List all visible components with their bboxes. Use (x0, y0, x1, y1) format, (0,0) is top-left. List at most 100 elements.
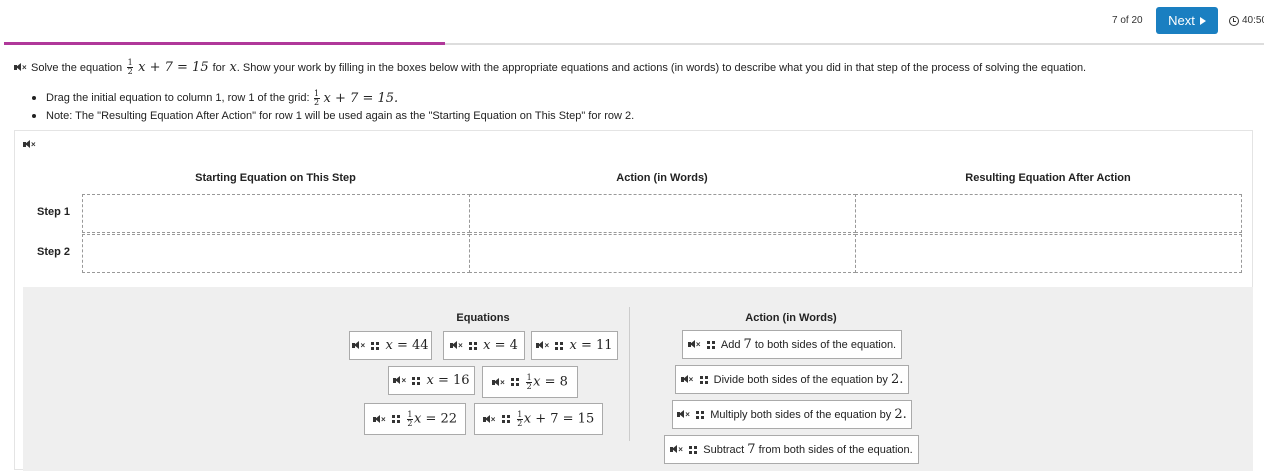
fraction-half: 12 (526, 372, 533, 391)
speaker-muted-icon[interactable]: × (23, 139, 36, 150)
drag-handle-icon (469, 341, 478, 350)
next-button[interactable]: Next (1156, 7, 1218, 34)
question-equation: x + 7 = 15 (138, 60, 209, 75)
instructions-list: Drag the initial equation to column 1, r… (32, 89, 634, 125)
equation-text: x = 44 (385, 338, 428, 353)
drop-cell-step2-start[interactable] (82, 234, 470, 273)
column-header-action: Action (in Words) (616, 172, 708, 184)
fraction-half: 12 (516, 409, 523, 428)
equation-tile[interactable]: × 1 2 x + 7 = 15 (474, 403, 603, 435)
instruction-equation: x + 7 = 15. (323, 90, 399, 106)
instruction-item: Note: The "Resulting Equation After Acti… (32, 107, 634, 125)
speaker-muted-icon[interactable]: × (450, 340, 463, 351)
equation-var: x (569, 338, 577, 353)
speaker-muted-icon[interactable]: × (372, 414, 386, 425)
speaker-muted-icon[interactable]: × (14, 62, 27, 73)
action-before: Subtract (703, 444, 745, 456)
question-text: × Solve the equation 12 x + 7 = 15 for x.… (14, 59, 1086, 76)
action-tile[interactable]: × Multiply both sides of the equation by … (672, 400, 912, 429)
drop-cell-step1-action[interactable] (469, 194, 856, 233)
equation-tile[interactable]: × x = 16 (388, 366, 475, 395)
drag-handle-icon (555, 341, 564, 350)
column-header-result: Resulting Equation After Action (965, 172, 1131, 184)
drop-cell-step2-action[interactable] (469, 234, 856, 273)
question-for: for (212, 61, 226, 74)
drag-handle-icon (696, 410, 705, 419)
progress-fill (4, 42, 445, 45)
equation-text: x = 16 (426, 373, 469, 388)
equation-rest: = 8 (540, 373, 568, 389)
clock-icon (1229, 15, 1239, 26)
drag-handle-icon (689, 445, 698, 454)
drag-handle-icon (371, 341, 380, 350)
action-before: Divide both sides of the equation by (713, 374, 888, 386)
question-prefix: Solve the equation (31, 61, 123, 74)
row-label-step1: Step 1 (37, 206, 71, 218)
equation-rest: = 4 (490, 338, 518, 353)
action-text: Subtract 7 from both sides of the equati… (703, 442, 912, 457)
speaker-muted-icon[interactable]: × (393, 375, 406, 386)
drag-handle-icon (412, 376, 421, 385)
speaker-muted-icon[interactable]: × (492, 377, 505, 388)
equation-rest: = 11 (576, 338, 613, 353)
drag-handle-icon (391, 415, 400, 423)
equation-var: x (385, 338, 393, 353)
row-label-step2: Step 2 (37, 246, 71, 258)
speaker-muted-icon[interactable]: × (680, 374, 694, 385)
fraction-half: 12 (127, 58, 134, 76)
drag-handle-icon (501, 415, 510, 423)
equation-tile[interactable]: × 1 2 x = 8 (482, 366, 578, 398)
equation-tile[interactable]: × x = 44 (349, 331, 432, 360)
speaker-muted-icon[interactable]: × (352, 340, 365, 351)
equation-tile[interactable]: × 1 2 x = 22 (364, 403, 466, 435)
timer: 40:50 (1229, 15, 1264, 26)
equations-heading: Equations (456, 312, 510, 324)
equation-var: x (426, 373, 434, 388)
next-label: Next (1168, 13, 1195, 28)
play-arrow-icon (1199, 16, 1206, 25)
equation-var: x (523, 410, 532, 426)
instruction-text: Note: The "Resulting Equation After Acti… (46, 110, 635, 122)
fraction-half: 12 (313, 88, 320, 107)
speaker-muted-icon[interactable]: × (536, 340, 549, 351)
top-bar: 7 of 20 Next 40:50 (0, 0, 1264, 44)
drop-cell-step1-start[interactable] (82, 194, 470, 233)
drag-handle-icon (706, 340, 715, 349)
action-number: 7 (743, 337, 752, 352)
speaker-muted-icon[interactable]: × (687, 339, 701, 350)
actions-heading: Action (in Words) (745, 312, 837, 324)
instruction-item: Drag the initial equation to column 1, r… (32, 89, 634, 107)
equation-text: 12x + 7 = 15 (516, 409, 595, 428)
speaker-muted-icon[interactable]: × (670, 444, 683, 455)
work-panel: × Starting Equation on This Step Action … (14, 130, 1253, 471)
drop-cell-step1-result[interactable] (855, 194, 1242, 233)
equation-rest: + 7 = 15 (531, 410, 595, 426)
action-after: from both sides of the equation. (758, 444, 913, 456)
speaker-muted-icon[interactable]: × (482, 414, 496, 425)
question-suffix: . Show your work by filling in the boxes… (236, 61, 1087, 74)
drag-handle-icon (511, 378, 520, 386)
action-tile[interactable]: × Divide both sides of the equation by 2. (675, 365, 909, 394)
action-before: Multiply both sides of the equation by (710, 409, 892, 421)
equation-rest: = 22 (421, 410, 458, 426)
action-number: 2. (894, 407, 907, 422)
drop-cell-step2-result[interactable] (855, 234, 1242, 273)
action-tile[interactable]: × Subtract 7 from both sides of the equat… (664, 435, 919, 464)
action-text: Multiply both sides of the equation by 2… (710, 407, 906, 422)
speaker-muted-icon[interactable]: × (677, 409, 690, 420)
equation-tile[interactable]: × x = 11 (531, 331, 618, 360)
question-var: x (229, 60, 237, 75)
drag-handle-icon (699, 375, 708, 384)
progress-bar (4, 42, 1264, 45)
tray-divider (629, 307, 630, 441)
answer-tray: Equations Action (in Words) × x = 44 × x = … (23, 287, 1253, 471)
action-after: to both sides of the equation. (754, 339, 897, 351)
equation-text: 12x = 8 (525, 372, 568, 391)
equation-tile[interactable]: × x = 4 (443, 331, 525, 360)
column-header-start: Starting Equation on This Step (195, 172, 356, 184)
fraction-half: 12 (406, 409, 413, 428)
action-tile[interactable]: × Add 7 to both sides of the equation. (682, 330, 902, 359)
timer-value: 40:50 (1242, 15, 1264, 26)
equation-text: x = 11 (569, 338, 612, 353)
action-before: Add (720, 339, 741, 351)
